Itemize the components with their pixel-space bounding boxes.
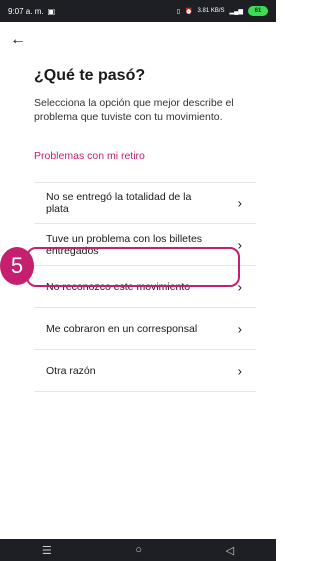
- notification-icon: ▣: [47, 6, 56, 16]
- alarm-icon: ⏰: [185, 8, 193, 15]
- chevron-right-icon: ›: [237, 195, 242, 211]
- option-item-other[interactable]: Otra razón ›: [34, 350, 256, 392]
- option-label: Otra razón: [46, 364, 96, 377]
- options-list: No se entregó la totalidad de la plata ›…: [34, 182, 256, 392]
- status-bar: 9:07 a. m. ▣ ▯ ⏰ 3.81 KB/S ▂▄▆ 61: [0, 0, 276, 22]
- option-item-incomplete-cash[interactable]: No se entregó la totalidad de la plata ›: [34, 182, 256, 224]
- status-time: 9:07 a. m.: [8, 6, 44, 16]
- highlight-box: [26, 247, 240, 287]
- chevron-right-icon: ›: [237, 237, 242, 252]
- page-subtitle: Selecciona la opción que mejor describe …: [34, 97, 234, 123]
- network-speed: 3.81 KB/S: [197, 8, 225, 14]
- battery-icon: 61: [248, 6, 268, 16]
- page-title: ¿Qué te pasó?: [34, 67, 146, 84]
- step-badge: 5: [0, 247, 34, 285]
- chevron-right-icon: ›: [237, 321, 242, 336]
- system-nav-bar: ☰ ○ ◁: [0, 539, 276, 561]
- option-label: Me cobraron en un corresponsal: [46, 322, 198, 335]
- recent-apps-icon[interactable]: ☰: [42, 544, 52, 557]
- option-label: No se entregó la totalidad de la plata: [46, 191, 192, 215]
- back-arrow-icon[interactable]: ←: [10, 30, 30, 50]
- signal-icon: ▂▄▆: [229, 8, 243, 15]
- vibrate-icon: ▯: [176, 8, 180, 15]
- chevron-right-icon: ›: [237, 363, 242, 378]
- back-icon[interactable]: ◁: [226, 544, 234, 557]
- home-icon[interactable]: ○: [135, 544, 142, 556]
- section-label: Problemas con mi retiro: [34, 150, 145, 162]
- option-item-charged-correspondent[interactable]: Me cobraron en un corresponsal ›: [34, 308, 256, 350]
